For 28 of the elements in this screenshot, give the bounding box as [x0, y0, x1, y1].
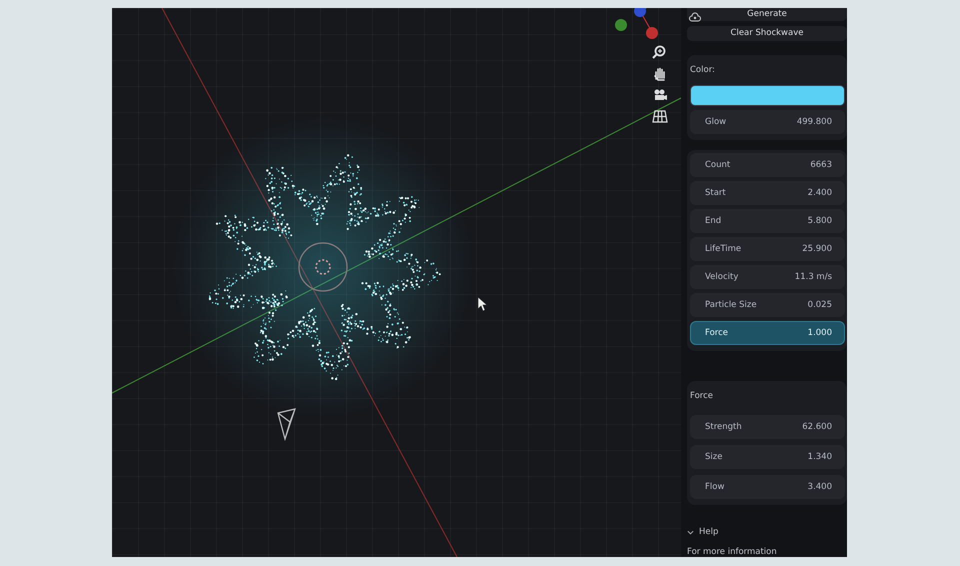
zoom-icon[interactable]: [652, 45, 668, 61]
value-field[interactable]: LifeTime 25.900: [690, 237, 845, 261]
value-field[interactable]: Start 2.400: [690, 181, 845, 205]
hand-icon[interactable]: [652, 66, 668, 82]
axis-gizmo-icon: [615, 8, 658, 39]
camera-icon[interactable]: [652, 87, 668, 103]
mouse-pointer-icon: [478, 296, 488, 312]
help-text: For more information: [687, 547, 778, 557]
color-label: Color:: [690, 64, 716, 77]
value-field[interactable]: End 5.800: [690, 209, 845, 233]
value-field[interactable]: Force 1.000: [690, 321, 845, 345]
value-field[interactable]: Size 1.340: [690, 445, 845, 469]
cloud-icon: [689, 11, 701, 23]
clear-shockwave-button[interactable]: Clear Shockwave: [687, 26, 847, 41]
color-swatch[interactable]: [690, 85, 845, 106]
object-origin-icon: [298, 242, 348, 292]
value-field[interactable]: Count 6663: [690, 153, 845, 177]
section-title: Force: [690, 390, 714, 403]
grid-icon[interactable]: [652, 108, 668, 124]
camera-wireframe-icon: [277, 408, 296, 440]
value-field[interactable]: Glow 499.800: [690, 110, 845, 134]
value-field[interactable]: Velocity 11.3 m/s: [690, 265, 845, 289]
generate-button[interactable]: Generate: [687, 8, 847, 21]
value-field[interactable]: Strength 62.600: [690, 415, 845, 439]
chevron-icon[interactable]: [687, 528, 694, 536]
help-header[interactable]: Help: [699, 527, 718, 537]
value-field[interactable]: Particle Size 0.025: [690, 293, 845, 317]
value-field[interactable]: Flow 3.400: [690, 475, 845, 499]
